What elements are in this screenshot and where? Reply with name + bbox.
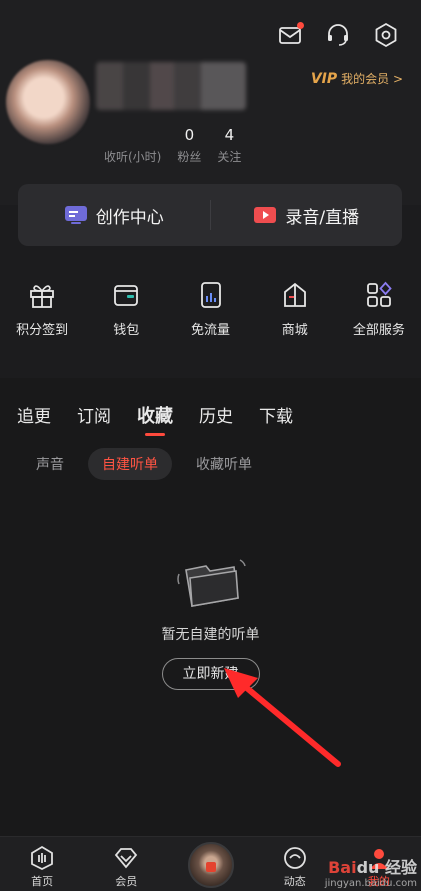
wallet-icon [114,285,139,306]
creator-center-icon [64,206,87,224]
tab-favorites[interactable]: 收藏 [137,402,173,436]
top-toolbar [277,22,399,48]
shop-icon [283,282,306,307]
stat-listening-hours[interactable]: 收听(小时) [104,126,161,165]
nav-label: 动态 [283,875,306,888]
watermark-logo-a: Bai [328,858,357,877]
feed-icon [283,847,306,869]
home-icon [31,845,53,871]
vip-diamond-icon [115,848,138,869]
grid-icon [367,281,392,307]
now-playing-disc[interactable] [187,842,234,888]
empty-message: 暂无自建的听单 [161,627,260,643]
watermark-url: jingyan.baidu.com [324,878,417,889]
nav-label: 首页 [31,875,54,888]
vip-membership-link[interactable]: VIP 我的会员 > [311,70,403,87]
data-icon [200,282,221,308]
tab-downloads[interactable]: 下载 [259,402,293,428]
profile-header: VIP 我的会员 > 收听(小时) 0 粉丝 4 关注 [0,0,421,205]
content-panel: 追更 订阅 收藏 历史 下载 声音 自建听单 收藏听单 暂无自建的听单 立即新建 [0,378,421,836]
stat-number [104,126,161,144]
stat-number: 4 [224,126,235,144]
empty-folder-icon [176,559,246,607]
creator-center-button[interactable]: 创作中心 [18,203,210,228]
tab-subscriptions[interactable]: 订阅 [77,402,111,428]
service-label: 全部服务 [352,323,405,338]
settings-icon[interactable] [373,22,399,48]
customer-service-icon[interactable] [325,22,351,48]
subtab-sounds[interactable]: 声音 [22,448,78,480]
message-icon[interactable] [277,22,304,48]
service-label: 积分签到 [16,323,69,338]
service-checkin[interactable]: 积分签到 [0,270,84,370]
service-row: 积分签到 钱包 免流量 商城 全部服务 [0,270,421,370]
watermark-logo-b: du [356,858,380,877]
subtab-saved-playlists[interactable]: 收藏听单 [182,448,266,480]
content-tabs: 追更 订阅 收藏 历史 下载 [17,402,293,436]
empty-state: 暂无自建的听单 立即新建 [0,554,421,690]
nav-player[interactable] [168,842,252,891]
tab-history[interactable]: 历史 [199,402,233,428]
watermark: Baidu 经验 jingyan.baidu.com [325,854,417,889]
stat-label: 关注 [217,150,242,164]
service-free-data[interactable]: 免流量 [168,270,252,370]
play-indicator [205,862,216,872]
unread-dot [297,22,304,29]
profile-stats: 收听(小时) 0 粉丝 4 关注 [104,126,241,165]
record-live-button[interactable]: 录音/直播 [211,203,403,228]
watermark-logo: Baidu 经验 [325,854,417,878]
avatar[interactable] [6,60,90,144]
creator-card: 创作中心 录音/直播 [18,184,402,246]
service-label: 商城 [281,323,308,338]
username-blurred[interactable] [96,62,246,110]
nav-label: 会员 [115,875,138,888]
subtab-my-playlists[interactable]: 自建听单 [88,448,172,480]
service-wallet[interactable]: 钱包 [84,270,168,370]
vip-mark: VIP [310,70,338,87]
record-live-icon [254,207,277,223]
stat-fans[interactable]: 0 粉丝 [177,126,201,165]
record-live-label: 录音/直播 [285,207,360,228]
annotation-arrow [224,668,341,767]
service-shop[interactable]: 商城 [253,270,337,370]
creator-center-label: 创作中心 [95,207,164,228]
nav-home[interactable]: 首页 [0,845,84,891]
service-label: 钱包 [113,323,140,338]
watermark-logo-c: 经验 [384,858,417,877]
stat-following[interactable]: 4 关注 [217,126,241,165]
service-label: 免流量 [191,323,231,338]
gift-icon [30,285,54,308]
stat-label: 收听(小时) [104,150,162,164]
stat-label: 粉丝 [177,150,202,164]
nav-vip[interactable]: 会员 [84,845,168,891]
vip-label: 我的会员 > [341,72,403,86]
tab-follow-updates[interactable]: 追更 [17,402,51,428]
favorites-subtabs: 声音 自建听单 收藏听单 [22,448,266,480]
service-all[interactable]: 全部服务 [337,270,421,370]
stat-number: 0 [184,126,195,144]
